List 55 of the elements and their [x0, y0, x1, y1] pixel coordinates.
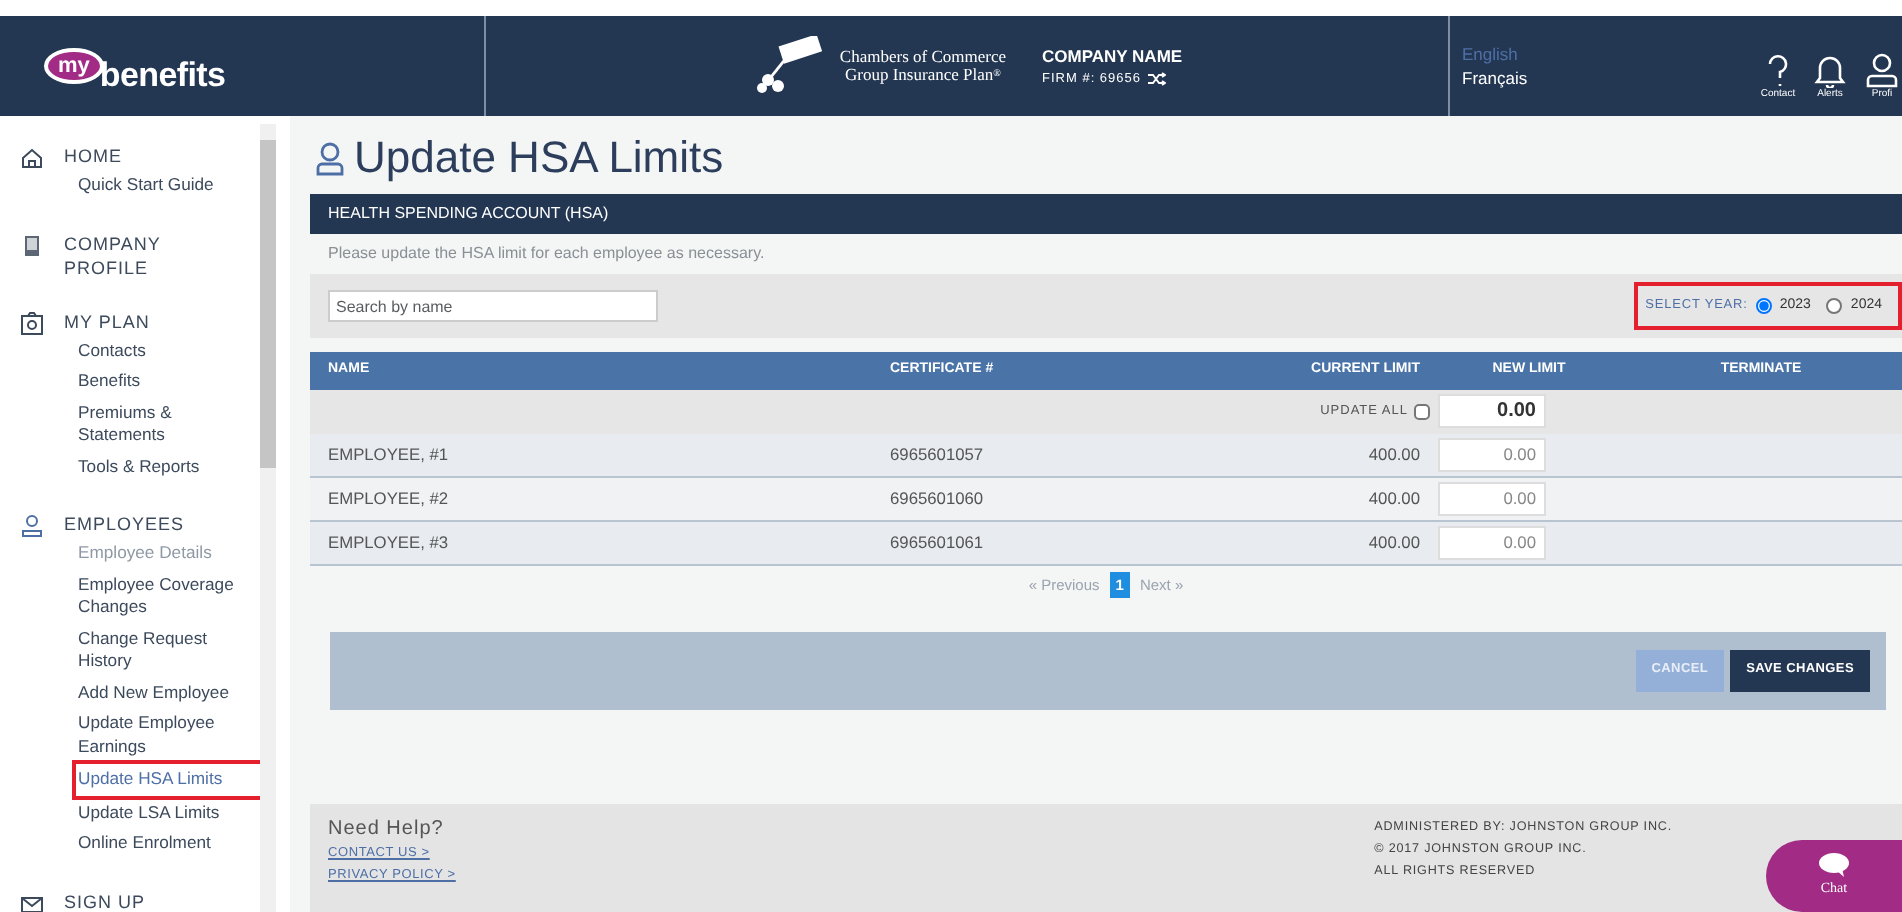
sidebar-item[interactable]: Online Enrolment: [78, 832, 211, 855]
panel-header: HEALTH SPENDING ACCOUNT (HSA): [310, 194, 1902, 234]
sidebar-item[interactable]: Quick Start Guide: [78, 174, 214, 197]
table-cell: 400.00: [1368, 485, 1420, 511]
table-cell: 6965601061: [890, 529, 984, 555]
bell-icon[interactable]: [1812, 52, 1848, 89]
speech-bubble-icon: [1818, 852, 1850, 879]
sidebar-item[interactable]: Update Employee Earnings: [78, 712, 242, 758]
table-cell: 400.00: [1368, 529, 1420, 555]
sidebar-section-link[interactable]: EMPLOYEES: [64, 512, 204, 538]
table-cell: 6965601057: [890, 441, 984, 467]
scrollbar[interactable]: [260, 124, 276, 912]
table-cell: EMPLOYEE, #2: [328, 485, 449, 511]
new-limit-field[interactable]: 0.00: [1438, 481, 1546, 515]
sidebar-item[interactable]: Change Request History: [78, 627, 242, 673]
year-radio[interactable]: [1755, 298, 1772, 314]
profile-icon[interactable]: [1864, 52, 1900, 89]
sidebar-item[interactable]: Contacts: [78, 339, 146, 362]
sidebar-section-link[interactable]: MY PLAN: [64, 309, 204, 335]
panel-note: Please update the HSA limit for each employee as necessary.: [326, 242, 767, 266]
table-cell: EMPLOYEE, #3: [328, 529, 449, 555]
sidebar-item[interactable]: Employee Coverage Changes: [78, 573, 242, 619]
sidebar-item[interactable]: Benefits: [78, 370, 141, 393]
phone-icon: [20, 233, 44, 257]
search-field[interactable]: Search by name: [328, 290, 658, 322]
help-title: Need Help?: [328, 816, 446, 842]
sidebar-item[interactable]: Update LSA Limits: [78, 801, 220, 824]
company-name: COMPANY NAME: [1042, 43, 1183, 69]
sidebar-item[interactable]: Tools & Reports: [78, 455, 200, 478]
shuffle-icon[interactable]: [1147, 71, 1166, 86]
home-icon: [20, 146, 44, 170]
mail-icon: [20, 891, 44, 912]
sidebar-item[interactable]: Premiums & Statements: [78, 401, 242, 447]
update-all-checkbox[interactable]: [1414, 403, 1430, 419]
table-cell: 6965601060: [890, 485, 984, 511]
table-cell: EMPLOYEE, #1: [328, 441, 449, 467]
new-limit-field[interactable]: 0.00: [1438, 394, 1546, 428]
sidebar-section-link[interactable]: SIGN UP: [64, 889, 204, 912]
year-radio[interactable]: [1826, 298, 1843, 314]
keys-icon: [751, 36, 824, 96]
logo-text: benefits: [99, 54, 226, 99]
sidebar-item[interactable]: Update HSA Limits: [78, 766, 258, 793]
table-cell: 400.00: [1368, 441, 1420, 467]
camera-icon: [20, 311, 44, 335]
sidebar-item[interactable]: Add New Employee: [78, 681, 229, 704]
person-icon: [316, 141, 344, 175]
language-link[interactable]: Français: [1462, 66, 1528, 90]
logo-badge: my: [44, 48, 104, 84]
sidebar-section-link[interactable]: COMPANY PROFILE: [64, 231, 204, 279]
partner-name: Chambers of Commerce Group Insurance Plan$^{®}$: [839, 48, 1007, 84]
person-icon: [20, 514, 44, 538]
new-limit-field[interactable]: 0.00: [1438, 437, 1546, 471]
sidebar-section-link[interactable]: HOME: [64, 144, 204, 170]
page-title: Update HSA Limits: [354, 132, 724, 184]
new-limit-field[interactable]: 0.00: [1438, 525, 1546, 559]
